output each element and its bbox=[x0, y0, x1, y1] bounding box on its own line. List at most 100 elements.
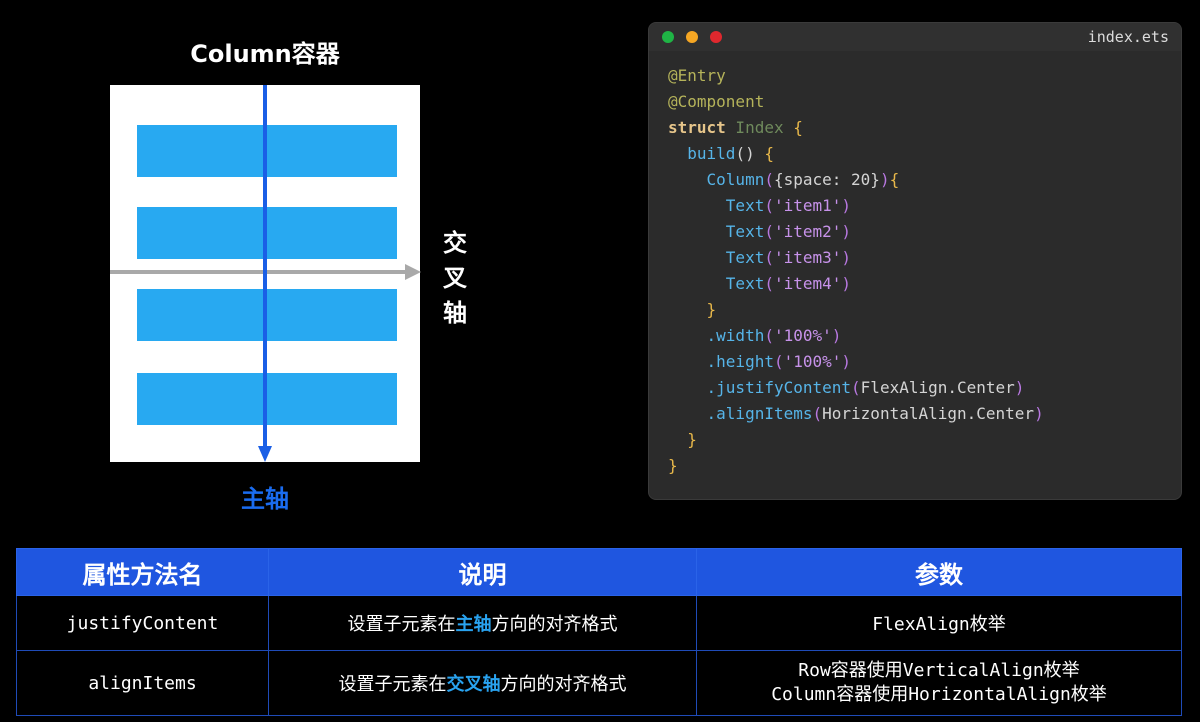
code-line: Text('item3') bbox=[668, 245, 1171, 271]
parameter-line: Row容器使用VerticalAlign枚举 bbox=[798, 660, 1080, 681]
description-cell: 设置子元素在交叉轴方向的对齐格式 bbox=[268, 650, 697, 716]
code-token: Text bbox=[668, 274, 765, 293]
code-window: index.ets @Entry @Component struct Index {… bbox=[648, 22, 1182, 500]
code-token: ( bbox=[764, 170, 774, 189]
parameter-line: FlexAlign枚举 bbox=[872, 614, 1006, 635]
code-token: .height bbox=[668, 352, 774, 371]
code-token: { bbox=[793, 118, 803, 137]
diagram-title: Column容器 bbox=[190, 40, 340, 68]
code-token: } bbox=[668, 430, 697, 449]
code-token: {space: 20} bbox=[773, 170, 880, 189]
item-bar bbox=[137, 125, 397, 177]
code-token: } bbox=[668, 300, 717, 319]
code-token: ( bbox=[764, 248, 774, 267]
code-line: .justifyContent(FlexAlign.Center) bbox=[668, 375, 1171, 401]
header-method-name: 属性方法名 bbox=[16, 548, 269, 596]
code-token: ( bbox=[764, 222, 774, 241]
cross-axis-char: 交 bbox=[443, 229, 467, 257]
code-line: build() { bbox=[668, 141, 1171, 167]
code-line: @Component bbox=[668, 89, 1171, 115]
item-bar bbox=[137, 373, 397, 425]
method-name-cell: alignItems bbox=[16, 650, 269, 716]
code-token: @Component bbox=[668, 92, 765, 111]
code-token: build bbox=[668, 144, 736, 163]
code-token: Text bbox=[668, 222, 765, 241]
description-suffix: 方向的对齐格式 bbox=[500, 674, 627, 695]
parameter-line: Column容器使用HorizontalAlign枚举 bbox=[771, 684, 1107, 705]
code-token: '100%' bbox=[783, 352, 842, 371]
main-axis-label: 主轴 bbox=[241, 485, 289, 513]
window-green-dot-icon[interactable] bbox=[662, 31, 674, 43]
description-prefix: 设置子元素在 bbox=[347, 614, 456, 635]
code-token: ( bbox=[764, 326, 774, 345]
code-token: FlexAlign.Center bbox=[860, 378, 1015, 397]
code-token: Column bbox=[668, 170, 765, 189]
code-token: @Entry bbox=[668, 66, 726, 85]
code-token: { bbox=[889, 170, 900, 189]
code-token: struct bbox=[668, 118, 726, 137]
code-token: Text bbox=[668, 196, 765, 215]
cross-axis-char: 轴 bbox=[443, 299, 467, 327]
code-token: ) bbox=[1014, 378, 1025, 397]
item-bar bbox=[137, 289, 397, 341]
table-row: justifyContent 设置子元素在主轴方向的对齐格式 FlexAlign… bbox=[16, 595, 1182, 651]
code-line: Column({space: 20}){ bbox=[668, 167, 1171, 193]
code-window-titlebar: index.ets bbox=[649, 23, 1181, 51]
code-token: ) bbox=[841, 352, 852, 371]
header-parameters: 参数 bbox=[696, 548, 1182, 596]
window-yellow-dot-icon[interactable] bbox=[686, 31, 698, 43]
method-name-cell: justifyContent bbox=[16, 595, 269, 651]
code-line: } bbox=[668, 427, 1171, 453]
parameter-cell: FlexAlign枚举 bbox=[696, 595, 1182, 651]
code-line: struct Index { bbox=[668, 115, 1171, 141]
code-token: 'item3' bbox=[773, 248, 842, 267]
code-line: Text('item4') bbox=[668, 271, 1171, 297]
cross-axis-arrowhead bbox=[405, 264, 421, 280]
parameter-cell: Row容器使用VerticalAlign枚举 Column容器使用Horizon… bbox=[696, 650, 1182, 716]
table-header-row: 属性方法名 说明 参数 bbox=[16, 548, 1182, 596]
code-token: ( bbox=[812, 404, 823, 423]
window-red-dot-icon[interactable] bbox=[710, 31, 722, 43]
code-line: .height('100%') bbox=[668, 349, 1171, 375]
code-token: ) bbox=[841, 196, 852, 215]
code-token: ( bbox=[851, 378, 861, 397]
table-row: alignItems 设置子元素在交叉轴方向的对齐格式 Row容器使用Verti… bbox=[16, 650, 1182, 716]
code-token: ) bbox=[841, 248, 852, 267]
code-token: ) bbox=[841, 222, 852, 241]
code-token: .justifyContent bbox=[668, 378, 852, 397]
header-description: 说明 bbox=[268, 548, 697, 596]
code-token: ( bbox=[764, 274, 774, 293]
code-token: ( bbox=[773, 352, 784, 371]
code-token: ( bbox=[764, 196, 774, 215]
code-token: ) bbox=[841, 274, 852, 293]
main-axis-line bbox=[263, 85, 267, 450]
code-line: .width('100%') bbox=[668, 323, 1171, 349]
code-line: .alignItems(HorizontalAlign.Center) bbox=[668, 401, 1171, 427]
code-token: HorizontalAlign.Center bbox=[822, 404, 1035, 423]
code-token: .alignItems bbox=[668, 404, 813, 423]
code-body: @Entry @Component struct Index { build() {… bbox=[668, 63, 1171, 479]
description-prefix: 设置子元素在 bbox=[338, 674, 447, 695]
code-token: { bbox=[764, 144, 774, 163]
code-token: '100%' bbox=[773, 326, 832, 345]
code-token: 'item4' bbox=[773, 274, 842, 293]
cross-axis-label: 交 叉 轴 bbox=[440, 226, 470, 331]
code-line: } bbox=[668, 453, 1171, 479]
description-highlight: 交叉轴 bbox=[446, 674, 501, 695]
code-token: 'item1' bbox=[773, 196, 842, 215]
code-line: @Entry bbox=[668, 63, 1171, 89]
properties-table: 属性方法名 说明 参数 justifyContent 设置子元素在主轴方向的对齐… bbox=[16, 548, 1182, 716]
description-highlight: 主轴 bbox=[455, 614, 492, 635]
code-token: } bbox=[668, 456, 678, 475]
code-token: () bbox=[735, 144, 765, 163]
main-axis-arrowhead bbox=[258, 446, 272, 462]
code-line: Text('item2') bbox=[668, 219, 1171, 245]
code-line: Text('item1') bbox=[668, 193, 1171, 219]
code-token: ) bbox=[831, 326, 842, 345]
description-cell: 设置子元素在主轴方向的对齐格式 bbox=[268, 595, 697, 651]
cross-axis-line bbox=[110, 270, 410, 274]
code-token: ) bbox=[879, 170, 890, 189]
file-name: index.ets bbox=[1087, 28, 1169, 46]
code-token: 'item2' bbox=[773, 222, 842, 241]
code-token: Index bbox=[725, 118, 794, 137]
